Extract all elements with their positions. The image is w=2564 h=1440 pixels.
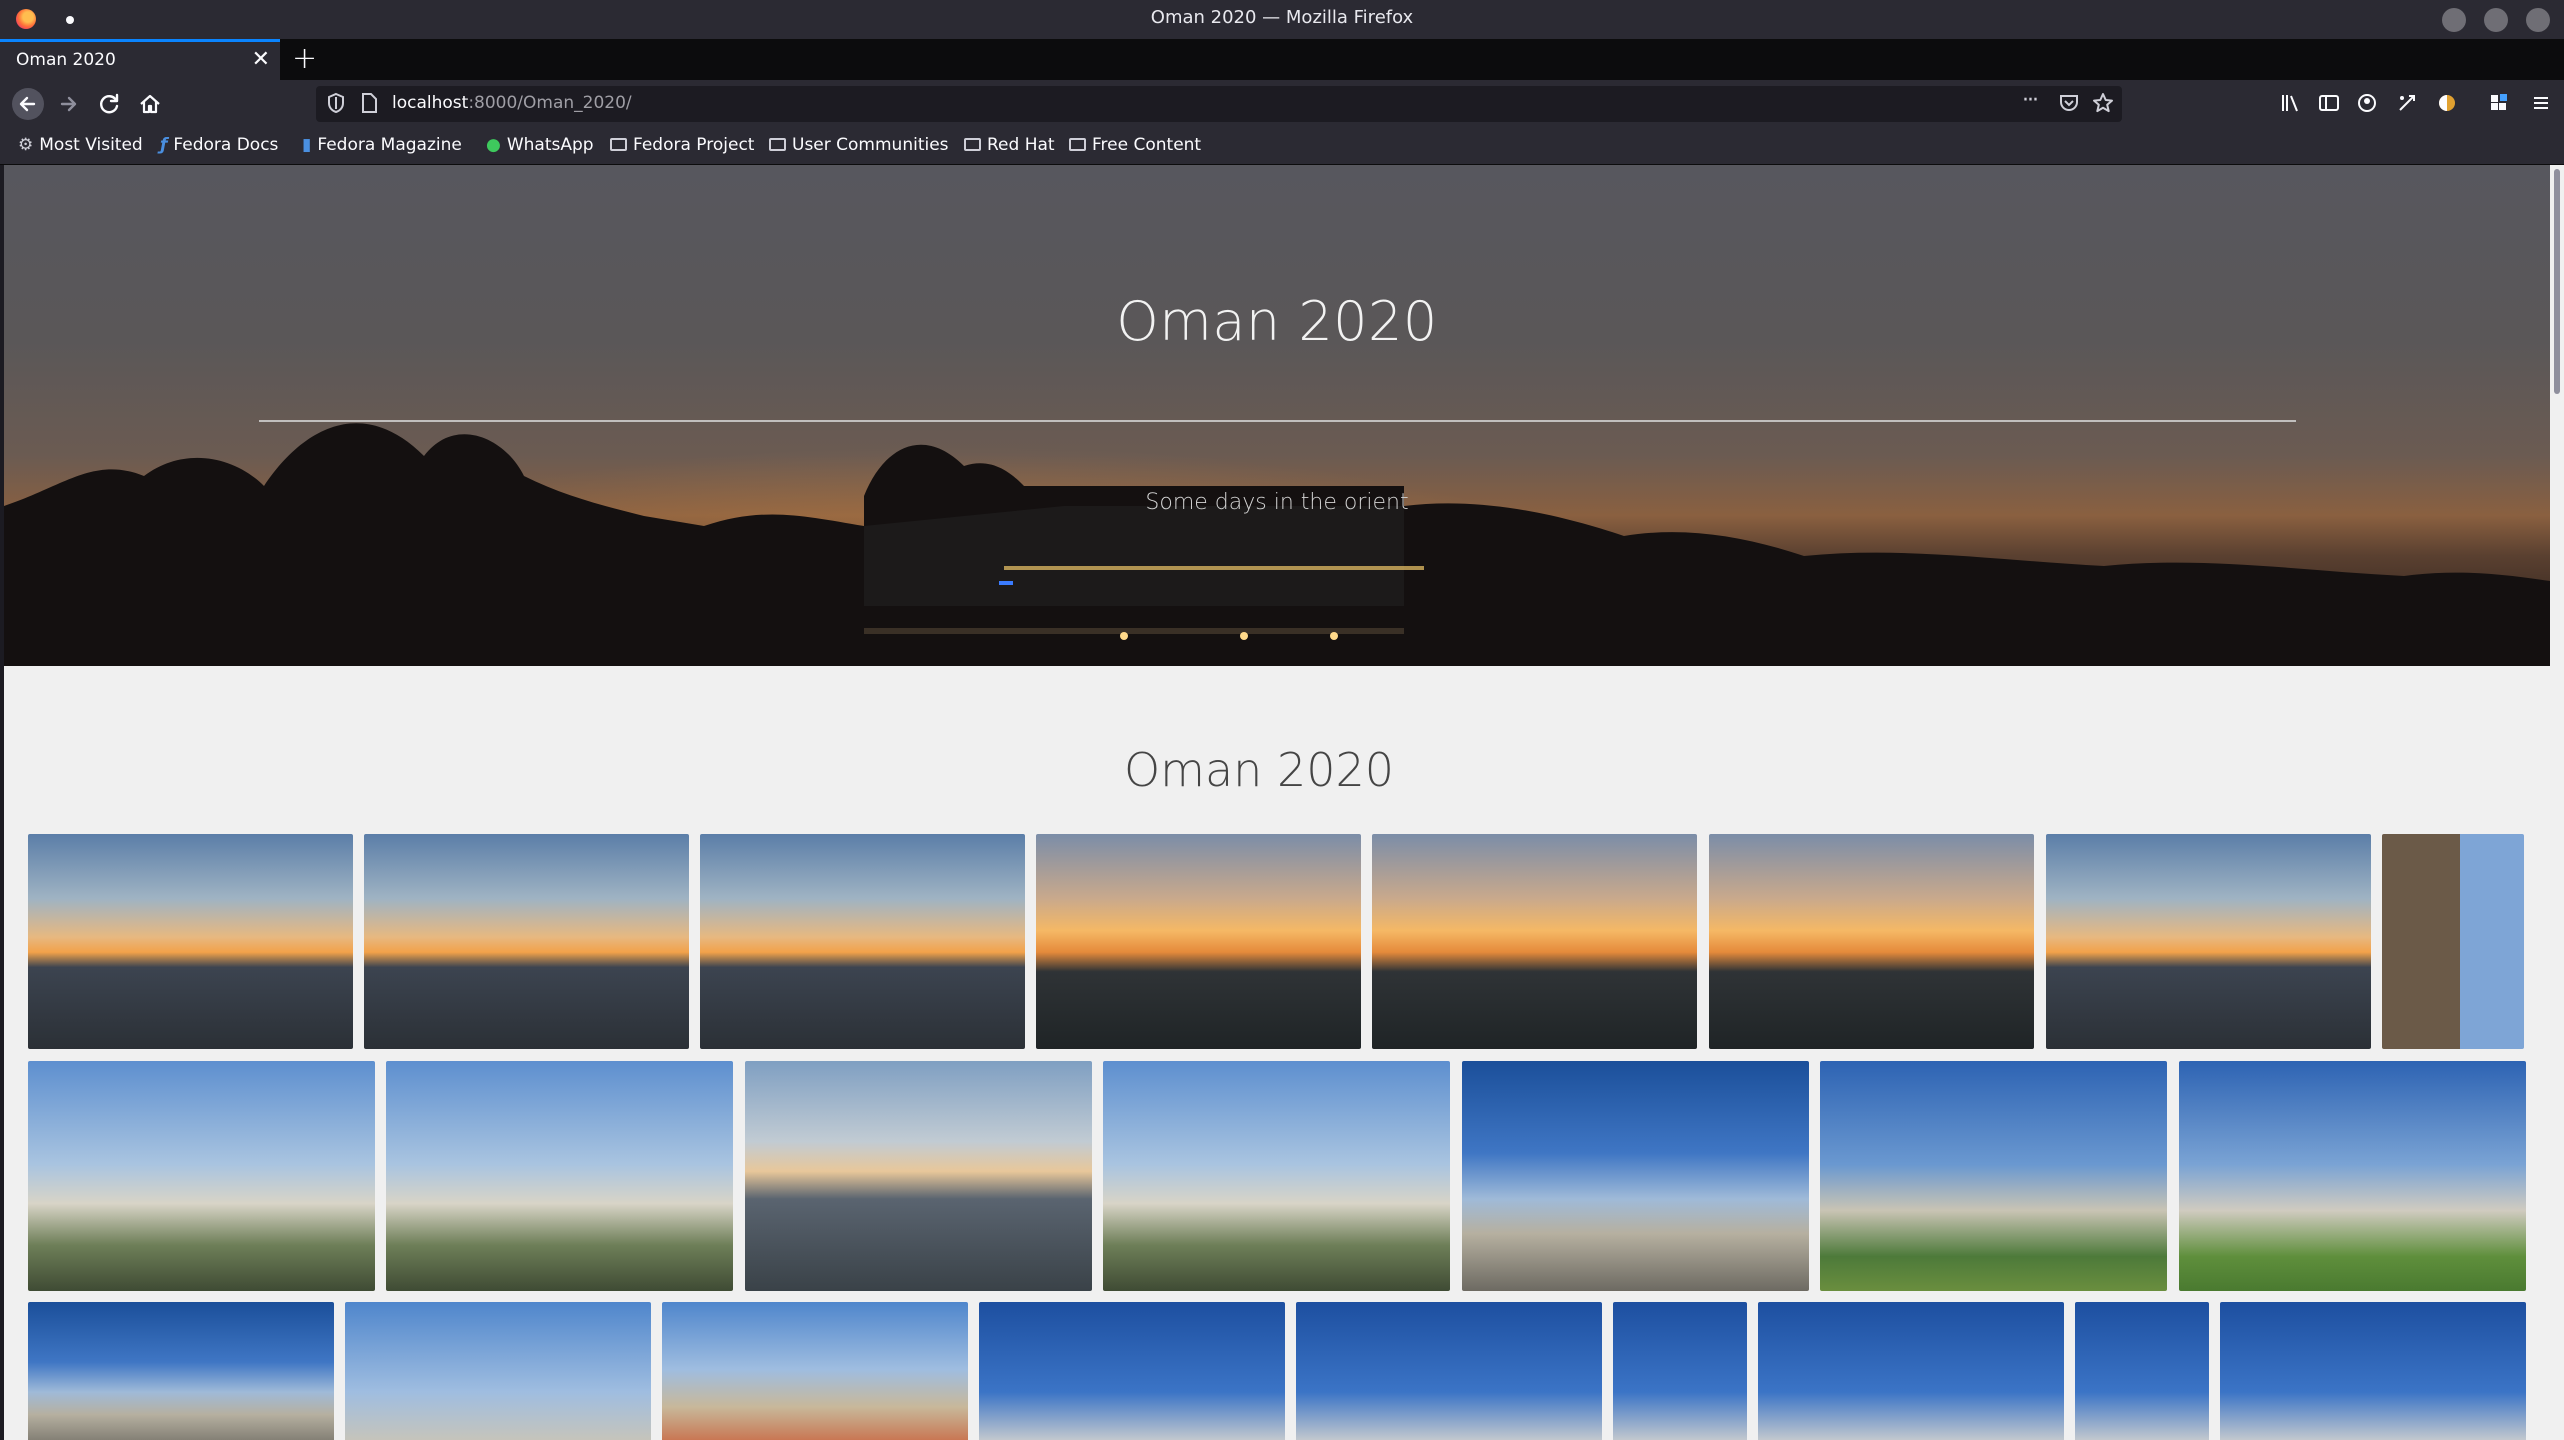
bookmark-fedora-magazine[interactable]: ▮ Fedora Magazine <box>302 135 462 155</box>
new-tab-button[interactable]: + <box>292 41 317 76</box>
reload-button[interactable] <box>94 88 126 120</box>
bookmark-fedora-project[interactable]: Fedora Project <box>610 135 754 155</box>
gallery-photo[interactable] <box>745 1061 1092 1291</box>
gallery-photo[interactable] <box>979 1302 1285 1440</box>
bookmarks-toolbar: ⚙ Most Visited ƒ Fedora Docs ▮ Fedora Magaz… <box>0 128 2564 165</box>
bookmark-whatsapp[interactable]: ● WhatsApp <box>486 135 594 155</box>
window-title: Oman 2020 — Mozilla Firefox <box>1150 7 1414 28</box>
gallery-photo[interactable] <box>2179 1061 2526 1291</box>
gallery-photo[interactable] <box>386 1061 733 1291</box>
page-info-icon[interactable] <box>360 92 378 119</box>
address-bar[interactable]: localhost:8000/Oman_2020/ ··· <box>316 86 2122 122</box>
close-tab-icon[interactable]: ✕ <box>252 47 270 72</box>
bookmark-free-content[interactable]: Free Content <box>1069 135 1201 155</box>
maximize-button[interactable] <box>2484 8 2508 32</box>
url-path: :8000/Oman_2020/ <box>468 93 632 113</box>
home-icon <box>140 94 160 114</box>
gallery-photo[interactable] <box>1613 1302 1747 1440</box>
whatsapp-icon: ● <box>486 135 501 155</box>
bookmark-fedora-docs[interactable]: ƒ Fedora Docs <box>160 135 278 155</box>
gallery-photo[interactable] <box>1296 1302 1602 1440</box>
gallery-photo[interactable] <box>28 1302 334 1440</box>
page-scrollbar[interactable] <box>2550 165 2564 1440</box>
bookmark-label: User Communities <box>792 135 949 155</box>
shield-icon[interactable] <box>326 92 346 119</box>
close-window-button[interactable] <box>2526 8 2550 32</box>
tab-label: Oman 2020 <box>16 50 116 70</box>
bookmark-user-communities[interactable]: User Communities <box>769 135 949 155</box>
gallery-photo[interactable] <box>1372 834 1697 1049</box>
gallery-photo[interactable] <box>700 834 1025 1049</box>
back-arrow-icon <box>19 96 36 112</box>
gallery-photo[interactable] <box>1758 1302 2064 1440</box>
bookmark-label: Fedora Project <box>633 135 755 155</box>
pocket-icon[interactable] <box>2058 92 2080 119</box>
gallery-photo[interactable] <box>2220 1302 2526 1440</box>
gallery-photo[interactable] <box>28 834 353 1049</box>
minimize-button[interactable] <box>2442 8 2466 32</box>
bookmark-label: Fedora Magazine <box>317 135 462 155</box>
url-text[interactable]: localhost:8000/Oman_2020/ <box>392 93 632 113</box>
bookmark-label: Most Visited <box>39 135 143 155</box>
gallery-photo[interactable] <box>2075 1302 2209 1440</box>
folder-icon <box>769 138 786 151</box>
gallery-photo[interactable] <box>662 1302 968 1440</box>
gallery-photo[interactable] <box>364 834 689 1049</box>
hero-subtitle: Some days in the orient <box>1145 490 1409 515</box>
window-title-bar: Oman 2020 — Mozilla Firefox <box>0 0 2564 39</box>
hero-banner: Oman 2020 Some days in the orient <box>4 165 2550 666</box>
gallery-photo[interactable] <box>1462 1061 1809 1291</box>
gallery-title: Oman 2020 <box>1123 743 1395 797</box>
bookmark-label: Fedora Docs <box>173 135 279 155</box>
magazine-icon: ▮ <box>302 135 312 155</box>
hero-title: Oman 2020 <box>1116 290 1438 353</box>
gallery-photo[interactable] <box>2382 834 2524 1049</box>
folder-icon <box>610 138 627 151</box>
extension-badge-icon[interactable] <box>2436 92 2458 119</box>
bookmark-label: WhatsApp <box>506 135 594 155</box>
reload-icon <box>100 93 119 114</box>
gallery-photo[interactable] <box>1103 1061 1450 1291</box>
gear-icon: ⚙ <box>18 135 34 155</box>
account-icon[interactable] <box>2356 92 2378 119</box>
gallery-photo[interactable] <box>1709 834 2034 1049</box>
hero-divider <box>259 420 2296 422</box>
scrollbar-thumb[interactable] <box>2554 169 2560 394</box>
navigation-toolbar: localhost:8000/Oman_2020/ ··· <box>0 80 2564 128</box>
gallery-photo[interactable] <box>345 1302 651 1440</box>
tab-bar: Oman 2020 ✕ + <box>0 39 2564 80</box>
folder-icon <box>964 138 981 151</box>
hamburger-menu-icon[interactable] <box>2530 92 2552 119</box>
bookmark-red-hat[interactable]: Red Hat <box>964 135 1055 155</box>
extension-arrows-icon[interactable] <box>2396 92 2418 119</box>
fedora-icon: ƒ <box>160 135 168 155</box>
bookmark-star-icon[interactable] <box>2092 92 2114 119</box>
forward-button[interactable] <box>52 88 84 120</box>
sidebar-icon[interactable] <box>2318 92 2340 119</box>
bookmark-label: Free Content <box>1092 135 1202 155</box>
folder-icon <box>1069 138 1086 151</box>
bookmark-most-visited[interactable]: ⚙ Most Visited <box>18 135 143 155</box>
page-content: Oman 2020 Some days in the orient Oman 2… <box>4 165 2550 1440</box>
forward-arrow-icon <box>60 96 77 112</box>
tab-oman-2020[interactable]: Oman 2020 ✕ <box>0 39 280 80</box>
gallery-photo[interactable] <box>1036 834 1361 1049</box>
library-icon[interactable] <box>2280 92 2302 119</box>
gallery-photo[interactable] <box>28 1061 375 1291</box>
url-host: localhost <box>392 93 469 113</box>
back-button[interactable] <box>12 88 44 120</box>
page-actions-icon[interactable]: ··· <box>2022 88 2039 113</box>
gallery-photo[interactable] <box>1820 1061 2167 1291</box>
bookmark-label: Red Hat <box>987 135 1055 155</box>
home-button[interactable] <box>134 88 166 120</box>
extensions-grid-icon[interactable] <box>2488 92 2510 119</box>
gallery-photo[interactable] <box>2046 834 2371 1049</box>
